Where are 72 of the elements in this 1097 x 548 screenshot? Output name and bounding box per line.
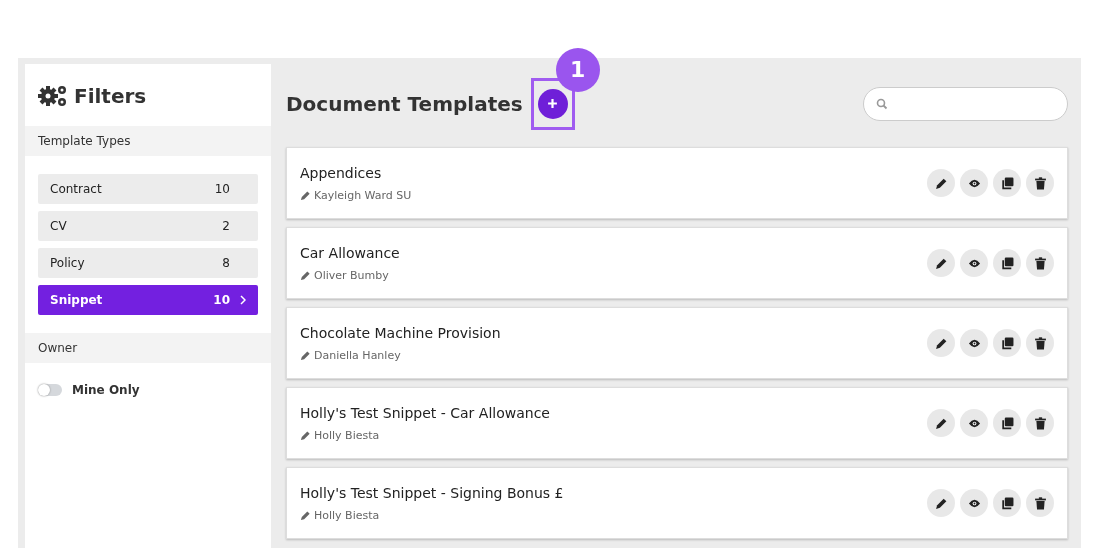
template-name: Holly's Test Snippet - Car Allowance bbox=[300, 404, 551, 421]
copy-icon bbox=[1000, 416, 1014, 430]
author-name: Oliver Bumby bbox=[314, 268, 389, 282]
pencil-icon bbox=[934, 176, 948, 190]
add-button[interactable] bbox=[537, 88, 568, 119]
template-card[interactable]: Holly's Test Snippet - Car Allowance Holly Biesta bbox=[286, 387, 1068, 459]
page-title: Document Templates bbox=[286, 91, 523, 116]
pencil-icon bbox=[934, 256, 948, 270]
edit-button[interactable] bbox=[927, 409, 955, 437]
plus-icon bbox=[547, 98, 559, 109]
chevron-icon bbox=[240, 295, 246, 305]
view-button[interactable] bbox=[960, 409, 988, 437]
edit-button[interactable] bbox=[927, 329, 955, 357]
view-button[interactable] bbox=[960, 329, 988, 357]
pencil-icon bbox=[300, 509, 311, 521]
duplicate-button[interactable] bbox=[993, 409, 1021, 437]
pencil-icon bbox=[934, 416, 948, 430]
delete-button[interactable] bbox=[1026, 329, 1054, 357]
pencil-icon bbox=[300, 349, 311, 361]
edit-button[interactable] bbox=[927, 249, 955, 277]
delete-button[interactable] bbox=[1026, 249, 1054, 277]
template-name: Chocolate Machine Provision bbox=[300, 324, 502, 341]
search-icon bbox=[876, 97, 888, 110]
pencil-icon bbox=[300, 269, 311, 281]
gears-icon bbox=[38, 84, 68, 108]
view-button[interactable] bbox=[960, 169, 988, 197]
edit-button[interactable] bbox=[927, 169, 955, 197]
toggle-switch[interactable] bbox=[38, 384, 62, 396]
trash-icon bbox=[1033, 416, 1047, 430]
template-name: Car Allowance bbox=[300, 244, 401, 261]
template-card[interactable]: Holly's Test Snippet - Signing Bonus £ Holly Biesta bbox=[286, 467, 1068, 539]
template-name: Appendices bbox=[300, 164, 383, 181]
duplicate-button[interactable] bbox=[993, 329, 1021, 357]
duplicate-button[interactable] bbox=[993, 489, 1021, 517]
duplicate-button[interactable] bbox=[993, 249, 1021, 277]
template-card[interactable]: Chocolate Machine Provision Daniella Hanley bbox=[286, 307, 1068, 379]
section-heading: Owner bbox=[38, 341, 78, 355]
copy-icon bbox=[1000, 176, 1014, 190]
template-type-item[interactable]: Snippet 10 bbox=[38, 285, 258, 315]
sidebar-title: Filters bbox=[74, 84, 147, 108]
template-type-item[interactable]: Contract 10 bbox=[38, 174, 258, 204]
pencil-icon bbox=[934, 336, 948, 350]
template-type-item[interactable]: Policy 8 bbox=[38, 248, 258, 278]
delete-button[interactable] bbox=[1026, 409, 1054, 437]
edit-button[interactable] bbox=[927, 489, 955, 517]
copy-icon bbox=[1000, 496, 1014, 510]
template-card[interactable]: Appendices Kayleigh Ward SU bbox=[286, 147, 1068, 219]
section-heading: Template Types bbox=[38, 134, 131, 148]
copy-icon bbox=[1000, 256, 1014, 270]
pencil-icon bbox=[300, 189, 311, 201]
template-name: Holly's Test Snippet - Signing Bonus £ bbox=[300, 484, 565, 501]
trash-icon bbox=[1033, 496, 1047, 510]
pencil-icon bbox=[934, 496, 948, 510]
author-name: Holly Biesta bbox=[314, 508, 380, 522]
search-field[interactable] bbox=[863, 86, 1068, 121]
delete-button[interactable] bbox=[1026, 169, 1054, 197]
delete-button[interactable] bbox=[1026, 489, 1054, 517]
author-name: Daniella Hanley bbox=[314, 348, 401, 362]
author-name: Kayleigh Ward SU bbox=[314, 188, 412, 202]
copy-icon bbox=[1000, 336, 1014, 350]
trash-icon bbox=[1033, 176, 1047, 190]
duplicate-button[interactable] bbox=[993, 169, 1021, 197]
view-button[interactable] bbox=[960, 249, 988, 277]
template-type-item[interactable]: CV 2 bbox=[38, 211, 258, 241]
trash-icon bbox=[1033, 256, 1047, 270]
author-name: Holly Biesta bbox=[314, 428, 380, 442]
toggle-label: Mine Only bbox=[72, 383, 140, 397]
pencil-icon bbox=[300, 429, 311, 441]
trash-icon bbox=[1033, 336, 1047, 350]
view-button[interactable] bbox=[960, 489, 988, 517]
template-card[interactable]: Car Allowance Oliver Bumby bbox=[286, 227, 1068, 299]
step-badge: 1 bbox=[555, 47, 600, 92]
